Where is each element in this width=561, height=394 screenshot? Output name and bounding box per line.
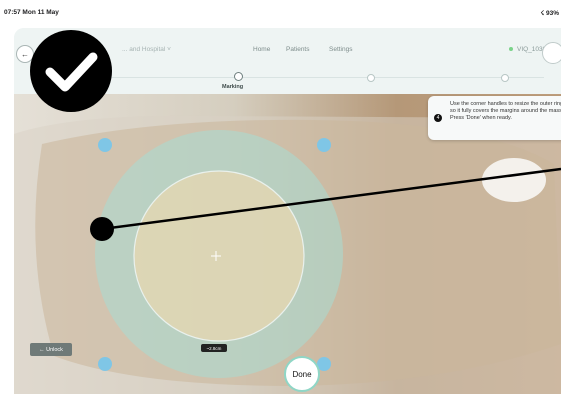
checkmark-icon <box>45 52 98 92</box>
pointer-dot <box>90 217 114 241</box>
step-dot-marking[interactable] <box>234 72 243 81</box>
unlock-button[interactable]: ← Unlock <box>30 343 72 356</box>
done-button[interactable]: Done <box>284 356 320 392</box>
instruction-tooltip: 4 Use the corner handles to resize the o… <box>428 96 561 140</box>
nav-patients[interactable]: Patients <box>286 46 310 53</box>
hospital-selector[interactable]: ... and Hospital ˅ <box>122 46 171 53</box>
step-dot-3[interactable] <box>367 74 375 82</box>
step-label-marking: Marking <box>222 84 244 90</box>
status-battery: ☇ 93% <box>540 10 559 17</box>
stepper-track <box>44 77 544 78</box>
corner-handle-bottom-left[interactable] <box>98 357 112 371</box>
status-time: 07:57 Mon 11 May <box>4 9 59 16</box>
corner-handle-top-left[interactable] <box>98 138 112 152</box>
nav-settings[interactable]: Settings <box>329 46 353 53</box>
glare <box>482 158 546 202</box>
instruction-text: Use the corner handles to resize the out… <box>450 101 561 121</box>
nav-home[interactable]: Home <box>253 46 270 53</box>
corner-handle-top-right[interactable] <box>317 138 331 152</box>
status-bar: 07:57 Mon 11 May ☇ 93% <box>0 0 561 22</box>
check-badge <box>30 30 112 112</box>
back-arrow-icon: ← <box>21 49 29 59</box>
instruction-step-badge: 4 <box>434 114 442 122</box>
online-status-icon <box>509 47 513 52</box>
step-dot-4[interactable] <box>501 74 509 82</box>
measurement-badge: ~2.8cm <box>201 344 227 352</box>
next-button[interactable] <box>542 42 561 64</box>
